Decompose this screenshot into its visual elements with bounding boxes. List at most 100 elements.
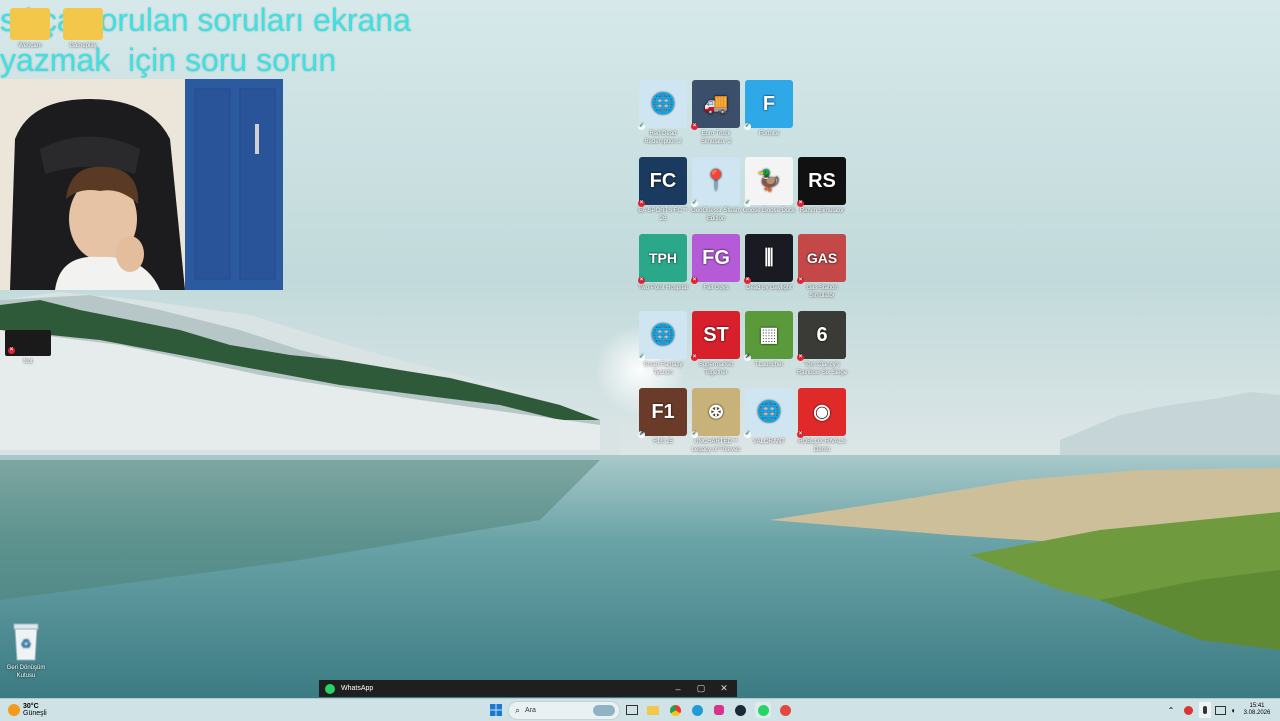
shortcut-badge-icon: ↗: [744, 354, 751, 361]
close-button[interactable]: ✕: [713, 680, 735, 697]
desktop-icon-game[interactable]: ▦ ↗ TLauncher: [742, 311, 796, 369]
search-box[interactable]: ⌕ Ara: [508, 701, 620, 720]
game-glyph: ▦: [759, 324, 779, 346]
game-tile-icon: FG ×: [691, 234, 740, 284]
synced-badge-icon: ✓: [744, 431, 751, 438]
app-button[interactable]: [778, 702, 792, 718]
whatsapp-icon: [757, 704, 769, 716]
error-badge-icon: ×: [797, 200, 804, 207]
file-explorer-button[interactable]: [646, 702, 660, 718]
weather-text: Güneşli: [23, 710, 47, 717]
shortcut-badge-icon: ↗: [638, 431, 645, 438]
game-tile-icon: ⫼ ×: [744, 234, 793, 284]
whatsapp-window-titlebar[interactable]: WhatsApp – ▢ ✕: [319, 680, 737, 697]
game-tile-icon: 📍 ✓: [691, 157, 740, 207]
game-glyph: ⊛: [707, 401, 725, 423]
whatsapp-taskbar-button[interactable]: [755, 702, 771, 718]
game-glyph: 🦆: [756, 170, 782, 192]
chrome-button[interactable]: [668, 702, 682, 718]
minimize-button[interactable]: –: [667, 680, 689, 697]
synced-badge-icon: ✓: [744, 200, 751, 207]
desktop-icon-game[interactable]: FC × EA SPORTS FC™ 26: [636, 157, 690, 223]
desktop-icon-webcam-folder[interactable]: Webcam: [3, 8, 57, 50]
desktop-icon-label: Geri Dönüşüm Kutusu: [6, 665, 46, 679]
desktop-icon-game[interactable]: 🦆 ✓ Goose Goose Duck: [742, 157, 796, 215]
desktop-icon-game[interactable]: 🚚 × Euro Truck Simulator 2: [689, 80, 743, 146]
desktop-icon-game[interactable]: TPH × Two Point Hospital: [636, 234, 690, 292]
game-tile-icon: 🌐 ✓: [638, 311, 687, 361]
game-glyph: TPH: [649, 250, 677, 266]
game-tile-icon: ▦ ↗: [744, 311, 793, 361]
synced-badge-icon: ✓: [691, 431, 698, 438]
webcam-overlay: [0, 79, 283, 290]
game-tile-icon: ST ×: [691, 311, 740, 361]
desktop-icon-game[interactable]: 🌐 ✓ Smart Fantasy Tycoon: [636, 311, 690, 377]
game-glyph: 📍: [703, 170, 729, 192]
desktop-icon-game[interactable]: 🌐 ✓ VALORANT: [742, 388, 796, 446]
instagram-button[interactable]: [712, 702, 726, 718]
desktop-icon-not[interactable]: × Not: [1, 330, 55, 366]
tray-app-icon: [1183, 705, 1193, 715]
steam-button[interactable]: [733, 702, 747, 718]
synced-badge-icon: ✓: [638, 123, 645, 130]
desktop-icon-label: Supermarket Together: [698, 362, 734, 376]
desktop-icon-game[interactable]: RS × Ranch Simulator: [795, 157, 849, 215]
desktop-icon-label: ROBLOX RIVALS Demo: [798, 439, 846, 453]
desktop-icon-game[interactable]: 📍 ✓ GeoGuessr Steam Edition: [689, 157, 743, 223]
desktop-icon-game[interactable]: ST × Supermarket Together: [689, 311, 743, 377]
maximize-button[interactable]: ▢: [690, 680, 712, 697]
game-glyph: GAS: [806, 250, 838, 266]
chrome-icon: [669, 704, 681, 716]
game-glyph: ◉: [813, 401, 831, 423]
folder-icon: [10, 8, 50, 40]
show-hidden-icons-button[interactable]: ⌃: [1166, 702, 1176, 718]
weather-widget[interactable]: 30°C Güneşli: [8, 702, 58, 718]
desktop-icon-game[interactable]: F1 ↗ F1® 25: [636, 388, 690, 446]
microphone-icon: [1203, 706, 1207, 714]
chevron-up-icon: ⌃: [1167, 705, 1175, 715]
error-badge-icon: ×: [797, 277, 804, 284]
game-tile-icon: 6 ×: [797, 311, 846, 361]
desktop-icon-label: Gameplay: [69, 43, 97, 49]
desktop-icon-game[interactable]: ⫼ × Dead by Daylight: [742, 234, 796, 292]
network-button[interactable]: [1214, 702, 1226, 718]
game-glyph: 🌐: [756, 401, 782, 423]
desktop-icon-game[interactable]: ⊛ ✓ UNCHARTED™ Legacy of Thieves: [689, 388, 743, 454]
network-icon: [1214, 705, 1226, 715]
desktop-icon-label: F1® 25: [653, 439, 673, 445]
desktop-icon-label: Not: [23, 359, 33, 365]
volume-button[interactable]: ◖: [1227, 702, 1239, 718]
desktop-icon-game[interactable]: ◉ × ROBLOX RIVALS Demo: [795, 388, 849, 454]
start-button[interactable]: [489, 702, 503, 718]
search-icon: ⌕: [515, 705, 521, 715]
desktop-icon-game[interactable]: FG × Fall Guys: [689, 234, 743, 292]
dark-tile-icon: ×: [5, 330, 51, 356]
desktop-icon-label: Tom Clancy's Rainbow Six Siege: [796, 362, 848, 376]
error-badge-icon: ×: [638, 277, 645, 284]
desktop-icon-game[interactable]: F ✓ Fortnite: [742, 80, 796, 138]
desktop-icon-label: UNCHARTED™ Legacy of Thieves: [691, 439, 741, 453]
game-glyph: FC: [649, 170, 677, 192]
desktop-icon-game[interactable]: 🌐 ✓ Red Dead Redemption 2: [636, 80, 690, 146]
tray-app-button[interactable]: [1182, 702, 1194, 718]
desktop-icon-game[interactable]: GAS × Gas Station Simulator: [795, 234, 849, 300]
clock[interactable]: 15:41 3.08.2026: [1240, 702, 1274, 718]
instagram-icon: [714, 705, 724, 715]
taskbar: 30°C Güneşli ⌕ Ara ⌃ ◖ 15:41 3.08.2026: [0, 698, 1280, 721]
recycle-bin[interactable]: ♻ Geri Dönüşüm Kutusu: [0, 622, 52, 680]
desktop-icon-gameplay-folder[interactable]: Gameplay: [56, 8, 110, 50]
search-placeholder: Ara: [525, 707, 536, 714]
game-glyph: RS: [808, 170, 836, 192]
game-tile-icon: RS ×: [797, 157, 846, 207]
game-glyph: 🌐: [650, 93, 676, 115]
task-view-button[interactable]: [625, 702, 639, 718]
desktop-icon-label: Fall Guys: [703, 285, 729, 291]
svg-text:♻: ♻: [21, 637, 32, 651]
microphone-button[interactable]: [1199, 702, 1211, 718]
synced-badge-icon: ✓: [691, 200, 698, 207]
weather-temp: 30°C: [23, 703, 39, 710]
desktop-icon-game[interactable]: 6 × Tom Clancy's Rainbow Six Siege: [795, 311, 849, 377]
steam-icon: [734, 704, 746, 716]
edge-button[interactable]: [690, 702, 704, 718]
desktop-icon-label: Dead by Daylight: [746, 285, 792, 291]
